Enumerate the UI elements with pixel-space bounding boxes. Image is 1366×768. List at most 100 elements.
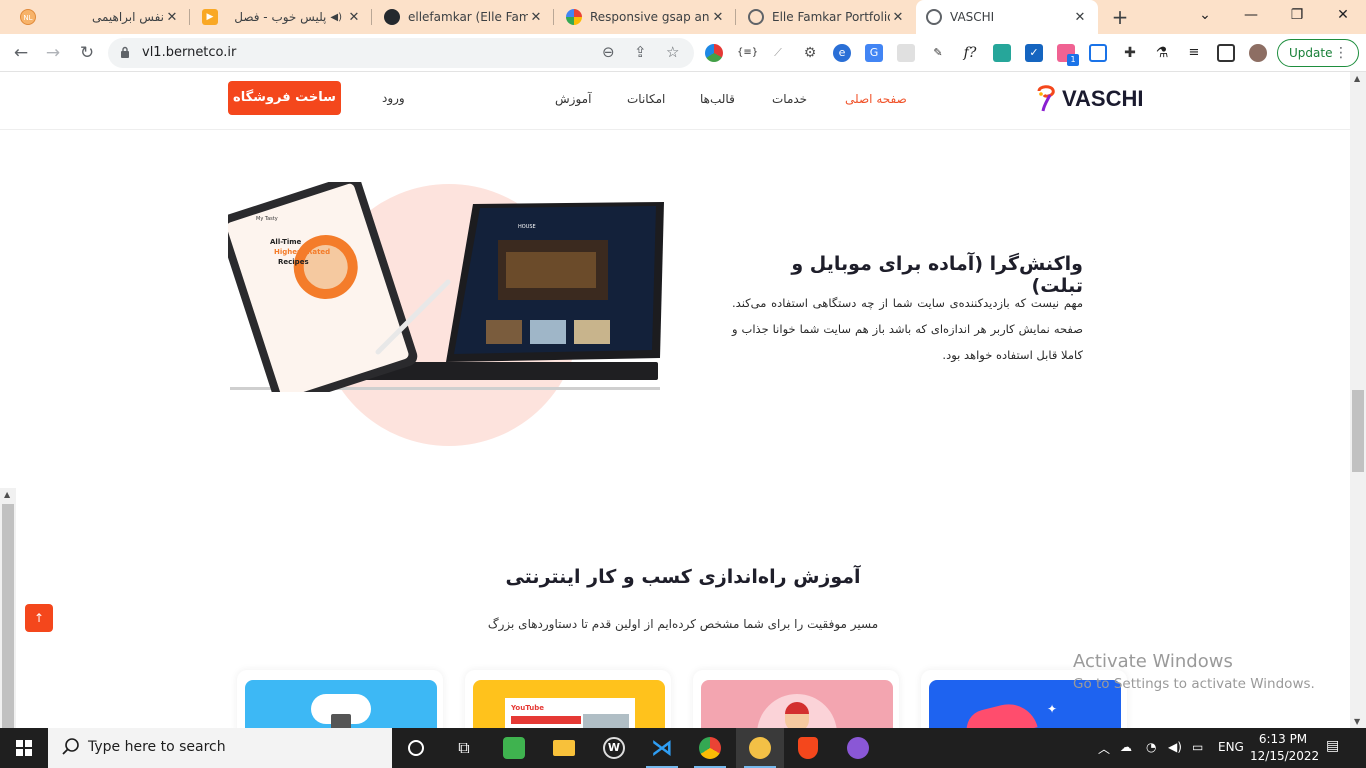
system-clock[interactable]: 6:13 PM 12/15/2022 (1250, 731, 1319, 765)
course-card-3[interactable] (693, 670, 899, 728)
browser-toolbar: ← → ↻ vl1.bernetco.ir ⊖ ⇪ ☆ {≡} ⟋ ⚙ e G … (0, 34, 1366, 72)
zoom-icon[interactable]: ⊖ (602, 43, 615, 61)
close-tab-icon[interactable]: ✕ (164, 10, 180, 25)
file-explorer-icon[interactable] (540, 728, 588, 768)
notification-icon[interactable]: ▤ (1326, 738, 1339, 754)
course-card-1[interactable] (237, 670, 443, 728)
nav-templates[interactable]: قالب‌ها (700, 92, 735, 106)
grid-extension-icon[interactable] (897, 44, 915, 62)
github-desktop-icon[interactable] (834, 728, 882, 768)
font-finder-icon[interactable]: f? (961, 44, 979, 62)
check-extension-icon[interactable]: ✓ (1025, 44, 1043, 62)
json-extension-icon[interactable]: {≡} (737, 44, 758, 62)
reading-list-icon[interactable]: ≡ (1185, 44, 1203, 62)
create-store-button[interactable]: ساخت فروشگاه (228, 81, 341, 115)
restore-button[interactable]: ❐ (1274, 0, 1320, 30)
scroll-to-top-button[interactable]: ↑ (25, 604, 53, 632)
camtasia-icon[interactable] (490, 728, 538, 768)
side-panel-icon[interactable] (1217, 44, 1235, 62)
task-view-icon[interactable]: ⧉ (440, 728, 488, 768)
tab-search-button[interactable]: ⌄ (1182, 0, 1228, 30)
windows-taskbar: Type here to search ⧉ W ⋊ ︿ ☁ ◔ ◀) ▭ ENG… (0, 728, 1366, 768)
tab-4[interactable]: Responsive gsap animation ✕ (556, 0, 736, 34)
learn-section-subtitle: مسیر موفقیت را برای شما مشخص کرده‌ایم از… (487, 617, 879, 631)
share-icon[interactable]: ⇪ (634, 43, 647, 61)
battery-icon[interactable]: ▭ (1192, 740, 1203, 754)
nav-services[interactable]: خدمات (772, 92, 807, 106)
close-tab-icon[interactable]: ✕ (346, 10, 362, 25)
close-window-button[interactable]: ✕ (1320, 0, 1366, 30)
tab-title: Responsive gsap animation (590, 10, 710, 24)
address-bar[interactable]: vl1.bernetco.ir ⊖ ⇪ ☆ (108, 38, 694, 68)
reload-button[interactable]: ↻ (74, 40, 100, 66)
tab-5[interactable]: Elle Famkar Portfolio | ✕ (738, 0, 916, 34)
windows-start-icon[interactable] (0, 728, 48, 768)
nav-tutorials[interactable]: آموزش (555, 92, 591, 106)
teal-extension-icon[interactable] (993, 44, 1011, 62)
close-tab-icon[interactable]: ✕ (710, 10, 726, 25)
audio-icon[interactable]: ◀) (330, 12, 342, 23)
left-scrollbar[interactable]: ▲ (0, 488, 16, 734)
wordpress-app-icon[interactable]: W (590, 728, 638, 768)
volume-icon[interactable]: ◀) (1168, 740, 1182, 754)
tablet-left-line-2: Highest Rated (274, 248, 330, 256)
onedrive-icon[interactable]: ☁ (1120, 740, 1132, 754)
tab-title: Elle Famkar Portfolio | (772, 10, 890, 24)
bookmark-star-icon[interactable]: ☆ (666, 43, 679, 61)
scroll-down-icon[interactable]: ▼ (1354, 717, 1360, 726)
tablet-left-brand: My Tasty (256, 216, 278, 222)
close-tab-icon[interactable]: ✕ (528, 10, 544, 25)
close-tab-icon[interactable]: ✕ (1072, 10, 1088, 25)
minimize-button[interactable]: — (1228, 0, 1274, 30)
cortana-icon[interactable] (392, 728, 440, 768)
windows-activation-watermark: Activate Windows Go to Settings to activ… (1073, 650, 1315, 694)
scroll-up-icon[interactable]: ▲ (1354, 74, 1360, 83)
chrome-icon[interactable] (686, 728, 734, 768)
gear-extension-icon[interactable]: ⚙ (801, 44, 819, 62)
nl-icon: NL (20, 9, 36, 25)
menu-dots-icon[interactable]: ⋮ (1334, 40, 1348, 66)
close-tab-icon[interactable]: ✕ (890, 10, 906, 25)
hero-description: مهم نیست که بازدیدکننده‌ی سایت شما از چه… (732, 296, 1083, 362)
wifi-icon[interactable]: ◔ (1146, 740, 1156, 754)
scroll-up-icon[interactable]: ▲ (4, 490, 10, 499)
wappalyzer-icon[interactable]: ⟋ (769, 44, 787, 62)
language-indicator[interactable]: ENG (1218, 740, 1244, 754)
web-page: VASCHI صفحه اصلی خدمات قالب‌ها امکانات آ… (0, 72, 1350, 728)
screen-recorder-icon[interactable] (1089, 44, 1107, 62)
url-text[interactable]: vl1.bernetco.ir (142, 45, 236, 60)
tray-chevron-icon[interactable]: ︿ (1098, 740, 1110, 757)
scroll-thumb[interactable] (1352, 390, 1364, 472)
profile-avatar[interactable] (1249, 44, 1267, 62)
search-icon (62, 738, 79, 755)
lock-icon[interactable] (120, 46, 130, 58)
puzzle-extensions-icon[interactable]: ✚ (1121, 44, 1139, 62)
vaschi-logo-icon (1037, 85, 1055, 112)
tab-6-active[interactable]: VASCHI ✕ (916, 0, 1098, 34)
tablet-devices-illustration: My Tasty All-Time Highest Rated Recipes … (228, 182, 664, 392)
tab-2[interactable]: ▶ پلیس خوب - فصل ◀) ✕ (192, 0, 372, 34)
update-button[interactable]: Update ⋮ (1277, 39, 1359, 67)
browser-window-icon[interactable] (736, 728, 784, 768)
tab-1[interactable]: NL نفس ابراهیمی ✕ (10, 0, 190, 34)
eyedropper-icon[interactable]: ✎ (929, 44, 947, 62)
translate-icon[interactable]: G (865, 44, 883, 62)
color-picker-extension-icon[interactable] (705, 44, 723, 62)
taskbar-search-box[interactable]: Type here to search (48, 728, 392, 768)
course-card-2[interactable]: YouTube (465, 670, 671, 728)
forward-button[interactable]: → (40, 40, 66, 66)
vscode-icon[interactable]: ⋊ (638, 728, 686, 768)
nav-features[interactable]: امکانات (627, 92, 665, 106)
extension-e-icon[interactable]: e (833, 44, 851, 62)
scroll-thumb[interactable] (2, 504, 14, 734)
nav-home[interactable]: صفحه اصلی (845, 92, 907, 106)
site-logo[interactable]: VASCHI (1036, 83, 1144, 115)
login-link[interactable]: ورود (382, 91, 405, 105)
new-tab-button[interactable]: + (1108, 5, 1132, 29)
tab-3[interactable]: ellefamkar (Elle Famkar) ✕ (374, 0, 554, 34)
back-button[interactable]: ← (8, 40, 34, 66)
page-scrollbar[interactable]: ▲ ▼ (1350, 72, 1366, 728)
brave-icon[interactable] (784, 728, 832, 768)
lab-flask-icon[interactable]: ⚗ (1153, 44, 1171, 62)
update-label: Update (1289, 46, 1333, 60)
